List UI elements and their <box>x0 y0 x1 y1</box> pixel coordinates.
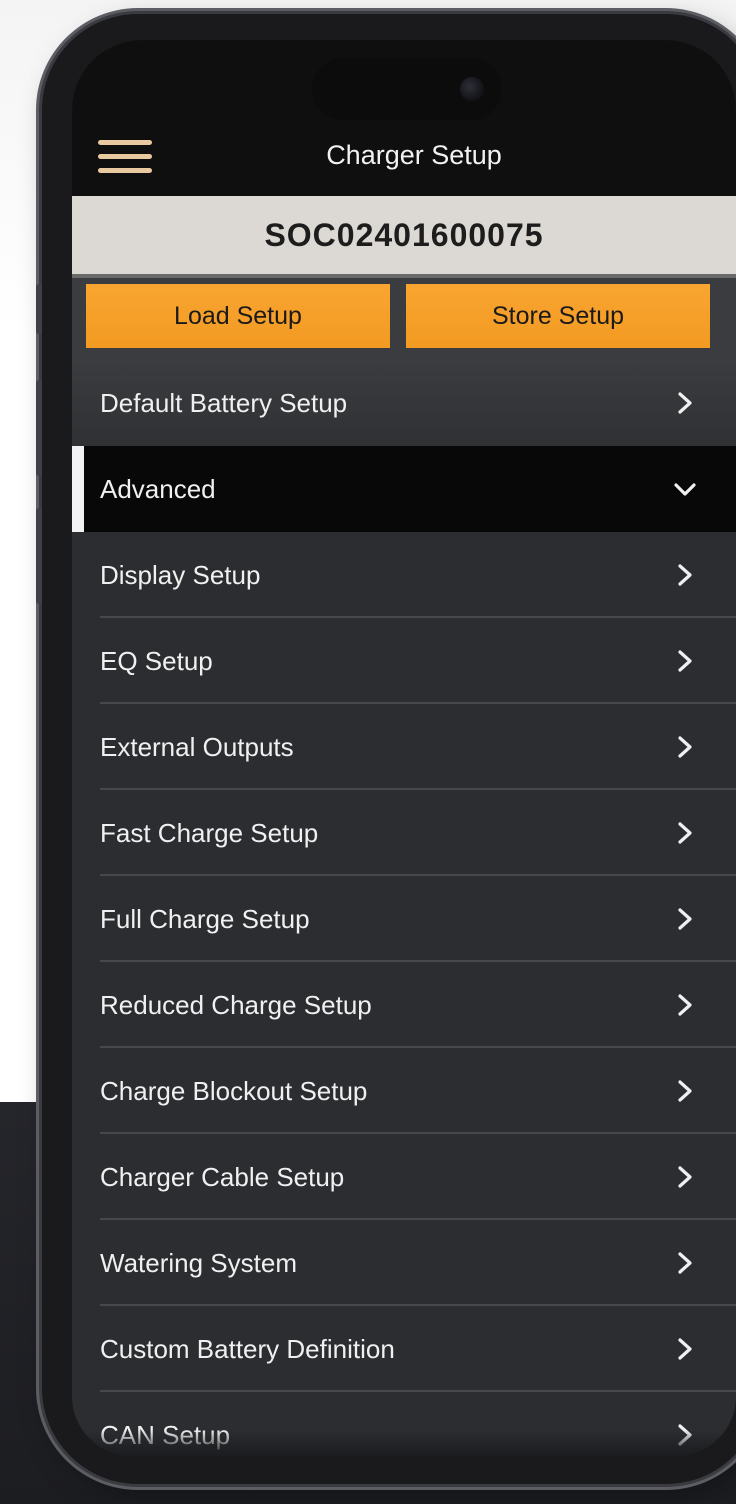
chevron-right-icon <box>674 1079 696 1103</box>
menu-item-label: Watering System <box>100 1248 297 1278</box>
menu-item-label: Custom Battery Definition <box>100 1334 395 1364</box>
action-button-row: Load Setup Store Setup <box>72 278 736 360</box>
menu-item-label: Full Charge Setup <box>100 904 310 934</box>
menu-item-label: Default Battery Setup <box>100 388 348 418</box>
menu-item-full-charge-setup[interactable]: Full Charge Setup <box>72 876 736 962</box>
volume-down-button <box>36 508 42 604</box>
load-setup-button[interactable]: Load Setup <box>86 284 390 348</box>
menu-item-label: Reduced Charge Setup <box>100 990 372 1020</box>
menu-item-charge-blockout-setup[interactable]: Charge Blockout Setup <box>72 1048 736 1134</box>
side-button <box>36 284 42 334</box>
chevron-right-icon <box>674 907 696 931</box>
chevron-right-icon <box>674 1337 696 1361</box>
menu-item-advanced[interactable]: Advanced <box>72 446 736 532</box>
menu-item-eq-setup[interactable]: EQ Setup <box>72 618 736 704</box>
chevron-right-icon <box>674 391 696 415</box>
menu-item-label: External Outputs <box>100 732 294 762</box>
chevron-right-icon <box>674 563 696 587</box>
bottom-fade <box>72 1430 736 1456</box>
menu-item-label: EQ Setup <box>100 646 213 676</box>
menu-item-display-setup[interactable]: Display Setup <box>72 532 736 618</box>
chevron-down-icon <box>674 477 696 501</box>
chevron-right-icon <box>674 1165 696 1189</box>
menu-item-label: Advanced <box>100 474 216 504</box>
serial-number: SOC02401600075 <box>72 196 736 278</box>
chevron-right-icon <box>674 649 696 673</box>
menu-item-label: Display Setup <box>100 560 261 590</box>
chevron-right-icon <box>674 993 696 1017</box>
menu-item-charger-cable-setup[interactable]: Charger Cable Setup <box>72 1134 736 1220</box>
dynamic-island <box>312 58 502 120</box>
menu-item-label: Fast Charge Setup <box>100 818 319 848</box>
menu-item-external-outputs[interactable]: External Outputs <box>72 704 736 790</box>
chevron-right-icon <box>674 821 696 845</box>
volume-up-button <box>36 380 42 476</box>
menu-item-custom-battery-definition[interactable]: Custom Battery Definition <box>72 1306 736 1392</box>
settings-menu: Default Battery Setup Advanced Display Set… <box>72 360 736 1456</box>
camera-icon <box>460 77 484 101</box>
chevron-right-icon <box>674 735 696 759</box>
menu-item-watering-system[interactable]: Watering System <box>72 1220 736 1306</box>
menu-item-fast-charge-setup[interactable]: Fast Charge Setup <box>72 790 736 876</box>
menu-item-label: Charge Blockout Setup <box>100 1076 368 1106</box>
phone-screen: Charger Setup SOC02401600075 Load Setup … <box>72 40 736 1456</box>
store-setup-button[interactable]: Store Setup <box>406 284 710 348</box>
chevron-right-icon <box>674 1251 696 1275</box>
menu-item-default-battery-setup[interactable]: Default Battery Setup <box>72 360 736 446</box>
menu-item-label: Charger Cable Setup <box>100 1162 345 1192</box>
menu-item-reduced-charge-setup[interactable]: Reduced Charge Setup <box>72 962 736 1048</box>
page-title: Charger Setup <box>326 140 502 170</box>
